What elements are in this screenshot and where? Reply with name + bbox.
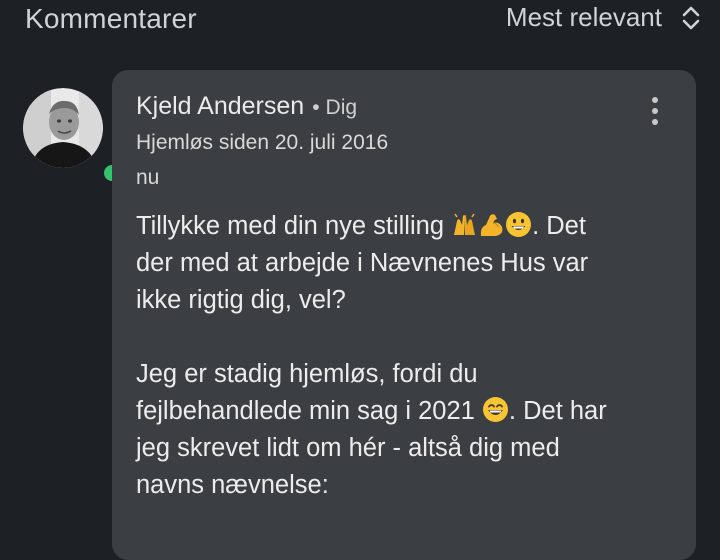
text-line: Tillykke med din nye stilling . Det — [136, 208, 676, 245]
author-subtitle: Hjemløs siden 20. juli 2016 — [136, 131, 389, 154]
text-segment: fejlbehandlede min sag i 2021 — [136, 397, 482, 425]
comment-bubble: Kjeld Andersen • Dig Hjemløs siden 20. j… — [112, 70, 696, 560]
comments-header: Kommentarer Mest relevant — [0, 0, 720, 44]
author-separator: • — [312, 96, 320, 119]
comment-paragraph: Jeg er stadig hjemløs, fordi du fejlbeha… — [136, 356, 676, 504]
author-name[interactable]: Kjeld Andersen — [136, 92, 304, 121]
author-relation: Dig — [325, 96, 358, 119]
profile-photo — [23, 88, 103, 168]
author-row: Kjeld Andersen • Dig — [136, 92, 357, 121]
more-vertical-icon — [652, 97, 658, 125]
text-segment: Tillykke med din nye stilling — [136, 212, 452, 240]
more-options-button[interactable] — [642, 96, 668, 126]
text-line: der med at arbejde i Nævnenes Hus var — [136, 249, 589, 277]
comment-timestamp: nu — [136, 166, 160, 189]
comment-body: Tillykke med din nye stilling . Det der … — [136, 208, 676, 541]
text-line: jeg skrevet lidt om hér - altså dig med — [136, 434, 560, 462]
comments-title: Kommentarer — [25, 3, 197, 34]
grinning-smiling-eyes-emoji-icon — [482, 396, 509, 423]
text-segment: . Det har — [508, 397, 607, 425]
comment-item: Kjeld Andersen • Dig Hjemløs siden 20. j… — [0, 70, 720, 560]
text-line: Jeg er stadig hjemløs, fordi du — [136, 360, 478, 388]
grinning-face-emoji-icon — [505, 211, 532, 238]
flexed-biceps-emoji-icon — [478, 211, 505, 238]
avatar[interactable] — [23, 88, 123, 184]
text-segment: . Det — [532, 212, 586, 240]
sort-updown-icon — [680, 3, 702, 33]
sort-label: Mest relevant — [505, 2, 662, 32]
comment-paragraph: Tillykke med din nye stilling . Det der … — [136, 208, 676, 319]
text-line: ikke rigtig dig, vel? — [136, 286, 346, 314]
raising-hands-emoji-icon — [451, 211, 478, 238]
text-line: navns nævnelse: — [136, 471, 329, 499]
sort-dropdown[interactable]: Mest relevant — [506, 2, 702, 33]
text-line: fejlbehandlede min sag i 2021 . Det har — [136, 393, 676, 430]
